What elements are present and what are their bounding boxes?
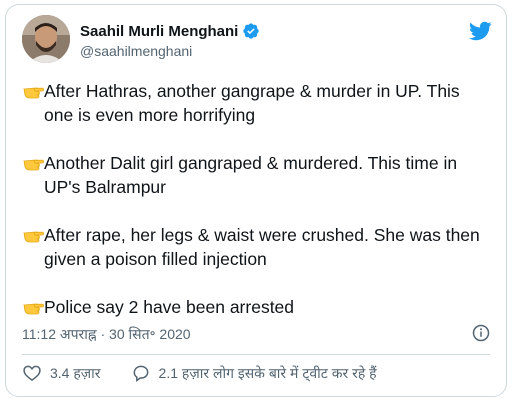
pointing-hand-icon	[23, 87, 44, 99]
author-name-text[interactable]: Saahil Murli Menghani	[80, 23, 238, 40]
tweet-actions: 3.4 हज़ार 2.1 हज़ार लोग इसके बारे में ट्…	[22, 363, 377, 383]
like-button[interactable]: 3.4 हज़ार	[22, 363, 101, 383]
speech-bubble-icon	[133, 365, 148, 382]
like-count: 3.4 हज़ार	[50, 364, 101, 381]
tweet-paragraph-text: After rape, her legs & waist were crushe…	[44, 225, 480, 269]
tweet-paragraph-text: Another Dalit girl gangraped & murdered.…	[44, 153, 458, 197]
reply-button[interactable]: 2.1 हज़ार लोग इसके बारे में ट्वीट कर रहे…	[131, 363, 377, 383]
pointing-hand-icon	[23, 303, 44, 315]
info-icon[interactable]	[472, 324, 490, 342]
tweet-card[interactable]: Saahil Murli Menghani @saahilmenghani Af…	[5, 4, 507, 397]
twitter-bird-icon[interactable]	[468, 19, 492, 43]
tweet-text: After Hathras, another gangrape & murder…	[22, 79, 492, 319]
heart-icon	[23, 365, 41, 382]
pointing-hand-icon	[23, 159, 44, 171]
tweet-paragraph: Another Dalit girl gangraped & murdered.…	[22, 151, 492, 199]
author-handle[interactable]: @saahilmenghani	[80, 43, 192, 59]
divider	[22, 354, 490, 355]
tweet-paragraph: After Hathras, another gangrape & murder…	[22, 79, 492, 127]
tweet-paragraph-text: Police say 2 have been arrested	[44, 297, 295, 317]
avatar[interactable]	[22, 15, 70, 63]
pointing-hand-icon	[23, 231, 44, 243]
author-name[interactable]: Saahil Murli Menghani	[80, 22, 260, 40]
tweet-timestamp[interactable]: 11:12 अपराह्न · 30 सित॰ 2020	[22, 325, 191, 344]
conversation-count: 2.1 हज़ार लोग इसके बारे में ट्वीट कर रहे…	[158, 364, 377, 381]
tweet-paragraph: After rape, her legs & waist were crushe…	[22, 223, 492, 271]
verified-badge-icon	[243, 23, 260, 39]
tweet-paragraph: Police say 2 have been arrested	[22, 295, 492, 319]
tweet-paragraph-text: After Hathras, another gangrape & murder…	[44, 81, 460, 125]
